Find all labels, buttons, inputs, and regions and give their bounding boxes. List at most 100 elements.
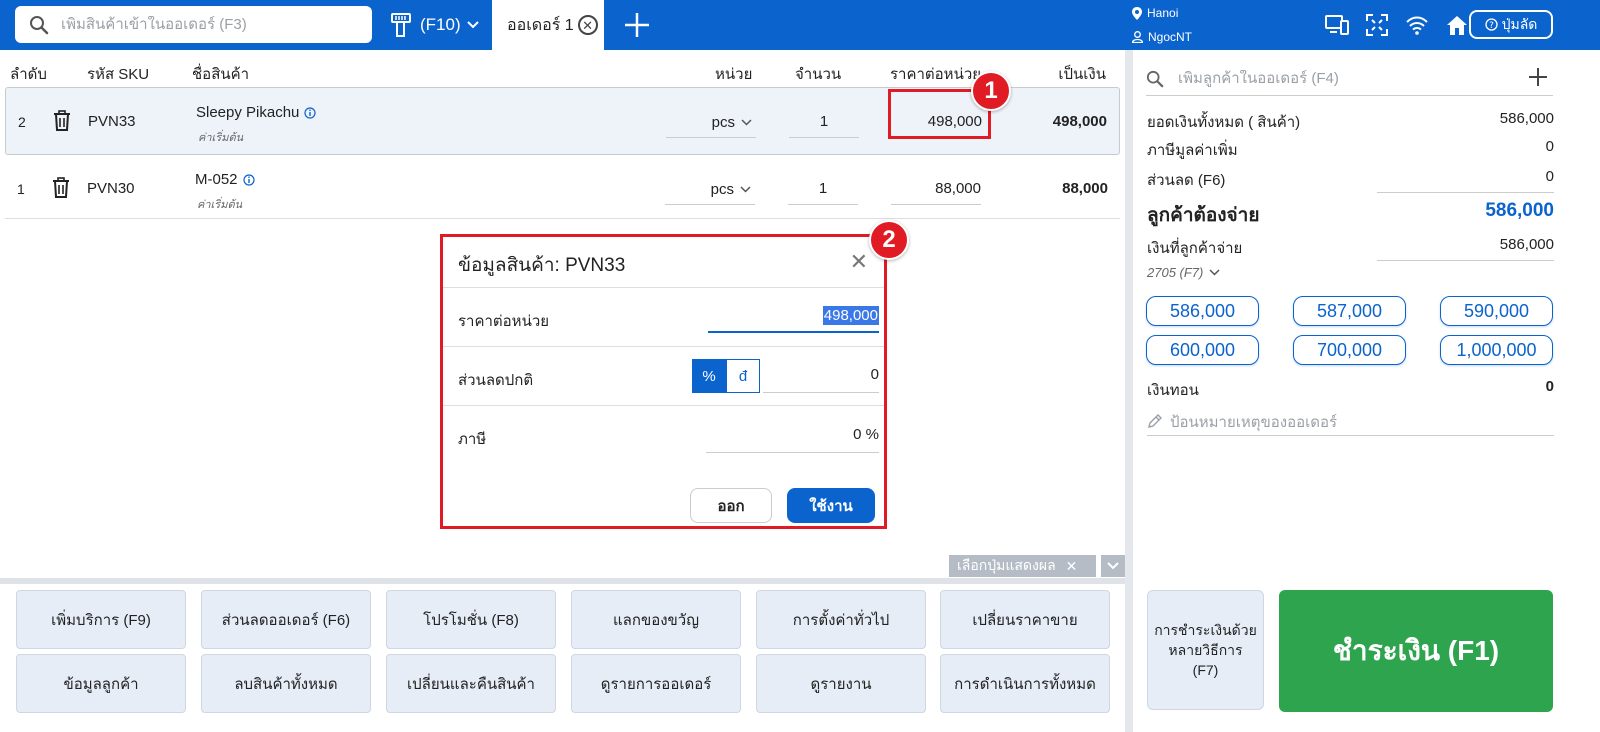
quantity-field[interactable]: 1: [789, 108, 859, 138]
order-discount-button[interactable]: ส่วนลดออเดอร์ (F6): [201, 590, 371, 649]
collapse-toggle[interactable]: [1101, 555, 1125, 577]
annotation-badge-1: 1: [971, 71, 1011, 111]
view-reports-button[interactable]: ดูรายงาน: [756, 654, 926, 713]
total-value: 586,000: [1499, 110, 1554, 127]
info-icon[interactable]: [242, 173, 255, 186]
unit-price-value: 498,000: [822, 306, 879, 325]
promotion-button[interactable]: โปรโมชั่น (F8): [386, 590, 556, 649]
row-product-name[interactable]: M-052: [195, 171, 255, 188]
quick-amount-button[interactable]: 590,000: [1440, 296, 1553, 326]
discount-value[interactable]: 0: [1546, 168, 1554, 185]
tax-input[interactable]: 0 %: [706, 419, 879, 453]
customer-pay-label: ลูกค้าต้องจ่าย: [1147, 205, 1260, 226]
exchange-return-button[interactable]: เปลี่ยนและคืนสินค้า: [386, 654, 556, 713]
unit-price-label: ราคาต่อหน่วย: [458, 313, 550, 330]
unit-select[interactable]: pcs: [665, 175, 755, 205]
row-total: 498,000: [1052, 113, 1107, 130]
discount-underline: [1377, 192, 1554, 193]
shortcut-button[interactable]: ? ปุ่มลัด: [1469, 10, 1553, 39]
row-product-name[interactable]: Sleepy Pikachu: [196, 104, 317, 121]
product-name-text: M-052: [195, 171, 238, 188]
unit-price-input[interactable]: 498,000: [708, 301, 879, 333]
unit-price-field[interactable]: 88,000: [891, 175, 981, 205]
vat-value: 0: [1545, 138, 1554, 155]
table-row[interactable]: 1 PVN30 M-052 ค่าเริ่มต้น pcs 1 88,000 8…: [5, 155, 1120, 223]
function-panel-divider: [0, 578, 1125, 584]
quantity-field[interactable]: 1: [788, 175, 858, 205]
chevron-down-icon: [1209, 269, 1220, 276]
customer-search-input[interactable]: [1178, 70, 1508, 87]
apply-button[interactable]: ใช้งาน: [787, 488, 875, 523]
customer-info-button[interactable]: ข้อมูลลูกค้า: [16, 654, 186, 713]
chevron-down-icon: [741, 119, 752, 126]
quick-amount-button[interactable]: 700,000: [1293, 335, 1406, 365]
payment-method-value: 2705 (F7): [1147, 265, 1204, 280]
multi-payment-button[interactable]: การชำระเงินด้วยหลายวิธีการ (F7): [1147, 590, 1264, 710]
tab-order-1[interactable]: ออเดอร์ 1 ✕: [492, 0, 604, 50]
currency-button[interactable]: đ: [726, 359, 760, 393]
discount-label: ส่วนลดปกติ: [458, 372, 534, 389]
row-total: 88,000: [1062, 180, 1108, 197]
close-tab-icon[interactable]: ✕: [577, 15, 598, 35]
quick-amount-button[interactable]: 600,000: [1146, 335, 1259, 365]
store-location: Hanoi: [1132, 6, 1178, 20]
chevron-down-icon: [740, 186, 751, 193]
location-label: Hanoi: [1147, 6, 1179, 20]
exit-button[interactable]: ออก: [690, 488, 772, 523]
order-note-field[interactable]: ป้อนหมายเหตุของออเดอร์: [1147, 408, 1554, 436]
col-total: เป็นเงิน: [1058, 66, 1106, 83]
total-label: ยอดเงินทั้งหมด ( สินค้า): [1147, 114, 1301, 131]
row-index: 2: [18, 114, 26, 130]
home-icon[interactable]: [1444, 12, 1470, 38]
customer-paid-value[interactable]: 586,000: [1500, 236, 1554, 253]
scan-shortcut-label: (F10): [420, 15, 461, 34]
product-search-box[interactable]: [15, 6, 372, 43]
discount-label: ส่วนลด (F6): [1147, 172, 1226, 189]
pencil-icon: [1148, 414, 1162, 428]
change-price-button[interactable]: เปลี่ยนราคาขาย: [940, 590, 1110, 649]
divider: [443, 346, 884, 347]
user-label: NgocNT: [1148, 30, 1193, 44]
unit-select[interactable]: pcs: [666, 108, 756, 138]
search-icon: [30, 15, 49, 34]
trash-icon[interactable]: [52, 177, 70, 198]
payment-method-select[interactable]: 2705 (F7): [1147, 265, 1220, 280]
row-sku: PVN33: [88, 113, 136, 130]
barcode-scan-toggle[interactable]: (F10): [390, 12, 479, 38]
add-tab-icon[interactable]: [622, 10, 652, 40]
add-customer-icon[interactable]: [1527, 66, 1549, 88]
product-search-input[interactable]: [61, 16, 341, 33]
svg-text:?: ?: [1489, 21, 1494, 31]
quick-amount-button[interactable]: 587,000: [1293, 296, 1406, 326]
wifi-icon[interactable]: [1404, 12, 1430, 38]
percent-button[interactable]: %: [692, 359, 726, 393]
customer-search-box[interactable]: [1146, 62, 1553, 96]
trash-icon[interactable]: [53, 110, 71, 131]
discount-input[interactable]: 0: [763, 359, 879, 393]
vat-label: ภาษีมูลค่าเพิ่ม: [1147, 142, 1238, 159]
redeem-gift-button[interactable]: แลกของขวัญ: [571, 590, 741, 649]
customer-paid-label: เงินที่ลูกค้าจ่าย: [1147, 240, 1243, 257]
devices-icon[interactable]: [1324, 12, 1350, 38]
divider: [443, 405, 884, 406]
checkout-button[interactable]: ชำระเงิน (F1): [1279, 590, 1553, 712]
close-icon[interactable]: ✕: [850, 251, 868, 273]
fullscreen-icon[interactable]: [1364, 12, 1390, 38]
row-product-note: ค่าเริ่มต้น: [198, 132, 244, 144]
user-icon: [1132, 31, 1143, 43]
customer-pay-value: 586,000: [1485, 200, 1554, 221]
quick-amount-button[interactable]: 1,000,000: [1440, 335, 1553, 365]
remove-all-products-button[interactable]: ลบสินค้าทั้งหมด: [201, 654, 371, 713]
order-table-header: ลำดับ รหัส SKU ชื่อสินค้า หน่วย จำนวน รา…: [0, 58, 1120, 84]
quick-amount-button[interactable]: 586,000: [1146, 296, 1259, 326]
quick-button-selector[interactable]: เลือกปุ่มแสดงผล ✕: [949, 555, 1096, 577]
info-icon[interactable]: [304, 106, 317, 119]
add-service-button[interactable]: เพิ่มบริการ (F9): [16, 590, 186, 649]
col-sku: รหัส SKU: [87, 66, 150, 83]
close-icon[interactable]: ✕: [1066, 558, 1078, 575]
general-settings-button[interactable]: การตั้งค่าทั่วไป: [756, 590, 926, 649]
help-circle-icon: ?: [1484, 18, 1498, 31]
all-operations-button[interactable]: การดำเนินการทั้งหมด: [940, 654, 1110, 713]
discount-type-toggle: % đ: [692, 359, 760, 393]
view-orders-button[interactable]: ดูรายการออเดอร์: [571, 654, 741, 713]
